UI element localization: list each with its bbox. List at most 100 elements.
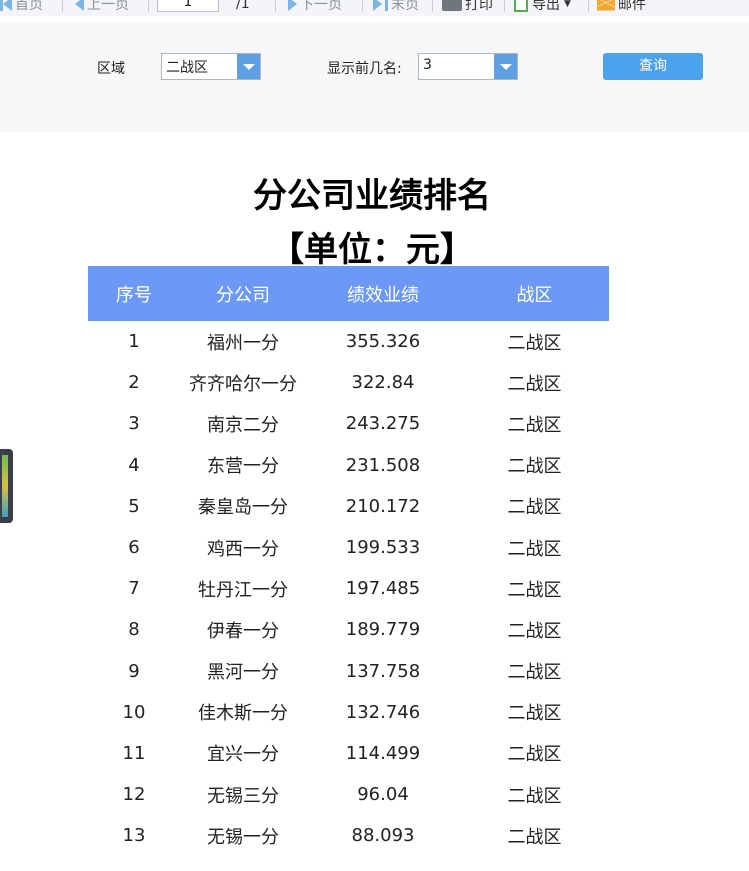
cell-zone: 二战区 xyxy=(507,826,562,848)
cell-seq: 11 xyxy=(122,742,146,764)
topn-select-value: 3 xyxy=(423,57,432,73)
cell-company: 牡丹江一分 xyxy=(198,579,288,601)
cell-company: 伊春一分 xyxy=(207,620,279,642)
report-title: 分公司业绩排名 xyxy=(253,176,491,216)
cell-seq: 8 xyxy=(128,619,140,641)
cell-company: 东营一分 xyxy=(207,456,279,478)
cell-zone: 二战区 xyxy=(507,414,562,436)
cell-performance: 231.508 xyxy=(345,454,421,476)
export-icon xyxy=(514,0,528,12)
chevron-down-icon[interactable] xyxy=(494,54,517,79)
cell-zone: 二战区 xyxy=(507,703,562,725)
toolbar-divider xyxy=(148,0,149,12)
cell-performance: 88.093 xyxy=(351,825,415,847)
cell-zone: 二战区 xyxy=(507,456,562,478)
cell-company: 南京二分 xyxy=(207,414,279,436)
table-row: 8 伊春一分 189.779 二战区 xyxy=(88,609,609,650)
cell-seq: 2 xyxy=(128,372,140,394)
topn-select[interactable]: 3 xyxy=(418,53,518,80)
column-header-seq: 序号 xyxy=(88,266,180,321)
table-row: 4 东营一分 231.508 二战区 xyxy=(88,445,609,486)
cell-seq: 7 xyxy=(128,578,140,600)
cell-company: 佳木斯一分 xyxy=(198,703,288,725)
cell-performance: 322.84 xyxy=(351,372,415,394)
filter-panel: 区域 二战区 显示前几名: 3 查询 xyxy=(0,22,749,132)
cell-zone: 二战区 xyxy=(507,332,562,354)
table-row: 3 南京二分 243.275 二战区 xyxy=(88,403,609,444)
next-page-label: 下一页 xyxy=(300,0,342,13)
side-float-widget[interactable] xyxy=(0,449,13,523)
cell-seq: 5 xyxy=(128,495,140,517)
cell-seq: 9 xyxy=(128,660,140,682)
table-header-row: 序号 分公司 绩效业绩 战区 xyxy=(88,266,609,321)
column-header-company: 分公司 xyxy=(180,266,306,321)
cell-zone: 二战区 xyxy=(507,538,562,560)
toolbar-divider xyxy=(275,0,276,12)
first-page-button[interactable]: 首页 xyxy=(0,0,43,14)
toolbar-divider xyxy=(504,0,505,12)
cell-seq: 3 xyxy=(128,413,140,435)
next-page-button[interactable]: 下一页 xyxy=(288,0,342,14)
cell-company: 秦皇岛一分 xyxy=(198,497,288,519)
cell-zone: 二战区 xyxy=(507,662,562,684)
region-select[interactable]: 二战区 xyxy=(161,53,261,80)
cell-performance: 189.779 xyxy=(345,619,421,641)
toolbar-divider xyxy=(62,0,63,12)
prev-page-label: 上一页 xyxy=(87,0,129,13)
mail-label: 邮件 xyxy=(618,0,646,13)
table-row: 12 无锡三分 96.04 二战区 xyxy=(88,774,609,815)
cell-seq: 6 xyxy=(128,537,140,559)
region-label: 区域 xyxy=(97,61,125,77)
mail-button[interactable]: 邮件 xyxy=(597,0,646,14)
print-label: 打印 xyxy=(465,0,493,13)
region-select-value: 二战区 xyxy=(166,60,208,76)
cell-seq: 4 xyxy=(128,454,140,476)
toolbar-divider xyxy=(588,0,589,12)
last-page-button[interactable]: 末页 xyxy=(373,0,419,14)
cell-company: 宜兴一分 xyxy=(207,744,279,766)
cell-performance: 96.04 xyxy=(357,784,409,806)
toolbar-divider xyxy=(432,0,433,12)
column-header-performance: 绩效业绩 xyxy=(306,266,460,321)
table-row: 13 无锡一分 88.093 二战区 xyxy=(88,815,609,856)
cell-company: 黑河一分 xyxy=(207,662,279,684)
cell-zone: 二战区 xyxy=(507,373,562,395)
mail-icon xyxy=(597,0,615,11)
last-page-arrow-icon xyxy=(373,0,382,11)
export-button[interactable]: 导出 ▼ xyxy=(514,0,571,14)
first-page-label: 首页 xyxy=(15,0,43,13)
query-button[interactable]: 查询 xyxy=(603,53,703,80)
table-row: 6 鸡西一分 199.533 二战区 xyxy=(88,527,609,568)
table-row: 2 齐齐哈尔一分 322.84 二战区 xyxy=(88,362,609,403)
last-page-label: 末页 xyxy=(391,0,419,13)
prev-page-button[interactable]: 上一页 xyxy=(75,0,129,14)
page-total-label: /1 xyxy=(236,0,250,12)
cell-performance: 210.172 xyxy=(345,495,421,517)
cell-zone: 二战区 xyxy=(507,785,562,807)
ranking-table: 序号 分公司 绩效业绩 战区 1 福州一分 355.326 二战区 2 齐齐哈尔一分 322… xyxy=(88,266,609,856)
page-number-input[interactable]: 1 xyxy=(157,0,219,12)
prev-page-icon xyxy=(75,0,84,11)
next-page-icon xyxy=(288,0,297,11)
cell-performance: 355.326 xyxy=(345,331,421,353)
cell-zone: 二战区 xyxy=(507,744,562,766)
cell-company: 福州一分 xyxy=(207,332,279,354)
cell-performance: 114.499 xyxy=(345,742,421,764)
table-row: 10 佳木斯一分 132.746 二战区 xyxy=(88,692,609,733)
cell-zone: 二战区 xyxy=(507,579,562,601)
cell-seq: 1 xyxy=(128,331,140,353)
chevron-down-icon[interactable] xyxy=(237,54,260,79)
print-button[interactable]: 打印 xyxy=(442,0,493,14)
cell-performance: 132.746 xyxy=(345,701,421,723)
cell-performance: 243.275 xyxy=(345,413,421,435)
toolbar-divider xyxy=(362,0,363,12)
column-header-zone: 战区 xyxy=(460,266,609,321)
cell-company: 齐齐哈尔一分 xyxy=(189,373,297,395)
report-subtitle: 【单位：元】 xyxy=(270,230,474,270)
level-meter-icon xyxy=(2,455,8,517)
cell-zone: 二战区 xyxy=(507,620,562,642)
export-label: 导出 xyxy=(532,0,560,13)
cell-seq: 12 xyxy=(122,784,146,806)
cell-performance: 197.485 xyxy=(345,578,421,600)
table-row: 5 秦皇岛一分 210.172 二战区 xyxy=(88,486,609,527)
